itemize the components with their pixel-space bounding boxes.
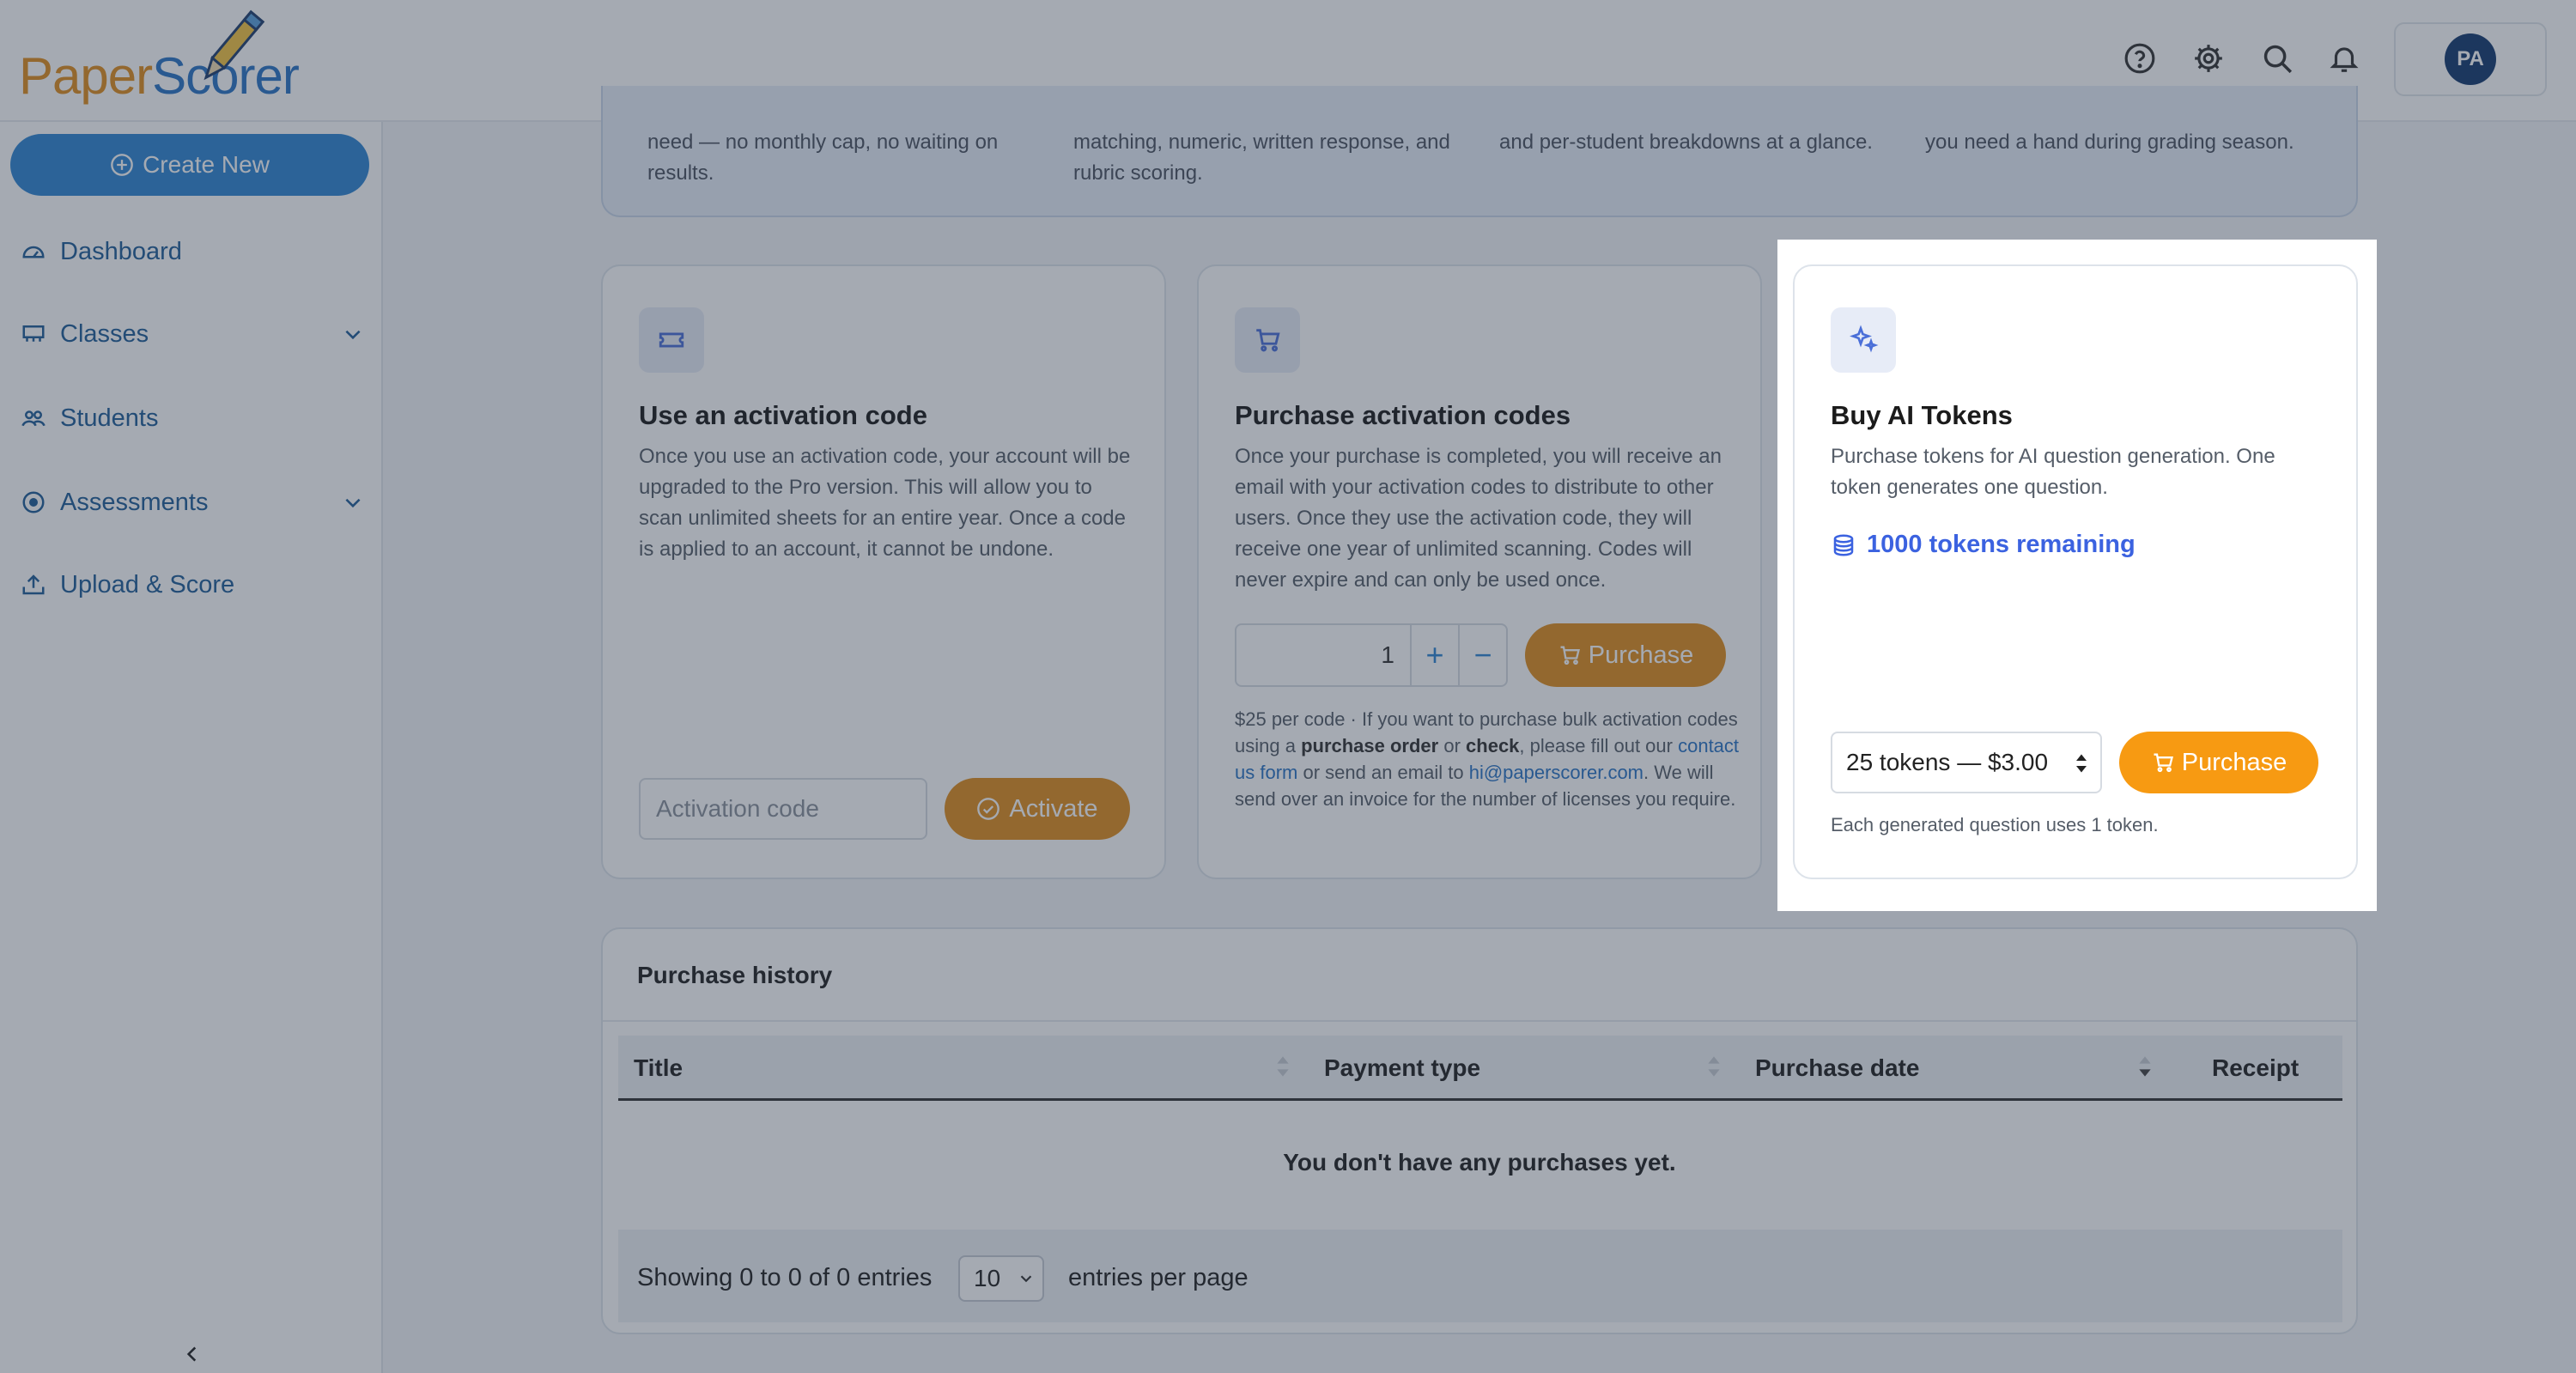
- sidebar-item-classes[interactable]: Classes: [21, 313, 364, 355]
- section-title: Purchase history: [637, 962, 833, 988]
- create-new-button[interactable]: Create New: [10, 134, 369, 196]
- sidebar-item-dashboard[interactable]: Dashboard: [21, 230, 364, 273]
- bulk-purchase-info: $25 per code · If you want to purchase b…: [1235, 708, 1740, 810]
- target-icon: [22, 491, 45, 513]
- ticket-icon: [639, 307, 704, 373]
- avatar: PA: [2445, 33, 2496, 85]
- card-description: Purchase tokens for AI question generati…: [1831, 445, 2275, 499]
- pencil-icon: [204, 9, 265, 81]
- check-circle-icon: [977, 798, 1000, 820]
- sidebar-item-students[interactable]: Students: [21, 397, 364, 440]
- upload-icon: [22, 574, 45, 595]
- column-title[interactable]: Title: [634, 1054, 683, 1082]
- chevron-down-icon: [1020, 1275, 1032, 1283]
- banner-feature-2: matching, numeric, written response, and…: [1073, 131, 1450, 185]
- purchase-tokens-button[interactable]: Purchase: [2119, 732, 2318, 793]
- banner-feature-1: need — no monthly cap, no waiting on resu…: [647, 131, 999, 185]
- tokens-remaining: 1000 tokens remaining: [1831, 531, 2136, 559]
- purchase-history-card: Purchase history Title Payment type Purc…: [601, 927, 2358, 1334]
- sort-icon[interactable]: [1274, 1051, 1291, 1082]
- students-icon: [21, 410, 46, 427]
- activate-button[interactable]: Activate: [945, 778, 1130, 840]
- table-footer: Showing 0 to 0 of 0 entries 10 entries p…: [618, 1230, 2342, 1322]
- token-package-select[interactable]: 25 tokens — $3.00: [1831, 732, 2102, 793]
- card-description: Once you use an activation code, your ac…: [639, 445, 1131, 561]
- card-title: Use an activation code: [639, 400, 927, 430]
- coins-icon: [1833, 534, 1854, 556]
- sparkles-icon: [1831, 307, 1896, 373]
- bell-icon[interactable]: [2324, 38, 2365, 79]
- entries-per-page-label: entries per page: [1068, 1264, 1249, 1291]
- banner-feature-3: and per-student breakdowns at a glance.: [1499, 131, 1873, 154]
- chevron-down-icon: [345, 498, 361, 508]
- gear-icon[interactable]: [2188, 38, 2229, 79]
- sidebar-item-upload-score[interactable]: Upload & Score: [21, 563, 364, 606]
- search-icon[interactable]: [2257, 38, 2298, 79]
- sort-icon[interactable]: [1705, 1051, 1722, 1082]
- purchase-codes-button[interactable]: Purchase: [1525, 623, 1726, 687]
- table-header: Title Payment type Purchase date Receipt: [618, 1036, 2342, 1101]
- collapse-sidebar-button[interactable]: [177, 1339, 208, 1370]
- activation-code-card: Use an activation code Once you use an a…: [601, 264, 1166, 879]
- increment-button[interactable]: +: [1410, 625, 1458, 685]
- banner-feature-4: you need a hand during grading season.: [1925, 131, 2294, 154]
- entries-info: Showing 0 to 0 of 0 entries: [637, 1264, 933, 1291]
- sidebar: Create New Dashboard Classes Students As…: [0, 122, 383, 1373]
- email-link[interactable]: hi@paperscorer.com: [1469, 762, 1643, 783]
- column-purchase-date[interactable]: Purchase date: [1755, 1054, 1919, 1082]
- plus-circle-icon: [111, 154, 133, 176]
- help-icon[interactable]: [2119, 38, 2160, 79]
- empty-table-message: You don't have any purchases yet.: [1283, 1149, 1676, 1176]
- card-title: Buy AI Tokens: [1831, 400, 2013, 430]
- decrement-button[interactable]: −: [1458, 625, 1506, 685]
- chevron-down-icon: [345, 330, 361, 340]
- features-banner: need — no monthly cap, no waiting on resu…: [601, 86, 2358, 217]
- entries-per-page-select[interactable]: 10: [958, 1255, 1044, 1302]
- dashboard-icon: [22, 246, 45, 258]
- sidebar-item-assessments[interactable]: Assessments: [21, 481, 364, 524]
- sort-desc-icon[interactable]: [2136, 1051, 2154, 1082]
- token-usage-note: Each generated question uses 1 token.: [1831, 814, 2159, 835]
- divider: [603, 1020, 2356, 1022]
- card-title: Purchase activation codes: [1235, 400, 1571, 430]
- dim-overlay: [2377, 240, 2576, 911]
- card-description: Once your purchase is completed, you wil…: [1235, 445, 1722, 592]
- column-receipt: Receipt: [2212, 1054, 2300, 1081]
- column-payment-type[interactable]: Payment type: [1324, 1054, 1480, 1082]
- user-menu[interactable]: PA: [2394, 22, 2547, 96]
- cart-icon: [2154, 753, 2173, 773]
- chevron-left-icon: [186, 1346, 197, 1362]
- select-arrows-icon: [2076, 754, 2087, 773]
- activation-code-input[interactable]: [639, 778, 927, 840]
- cart-icon: [1560, 646, 1580, 665]
- quantity-stepper: 1 + −: [1235, 623, 1508, 687]
- classes-icon: [22, 325, 45, 342]
- cart-icon: [1235, 307, 1300, 373]
- paperscorer-logo[interactable]: PaperScorer: [19, 7, 311, 110]
- ai-tokens-card: Buy AI Tokens Purchase tokens for AI que…: [1793, 264, 2358, 879]
- quantity-input[interactable]: 1: [1236, 625, 1410, 685]
- purchase-codes-card: Purchase activation codes Once your purc…: [1197, 264, 1762, 879]
